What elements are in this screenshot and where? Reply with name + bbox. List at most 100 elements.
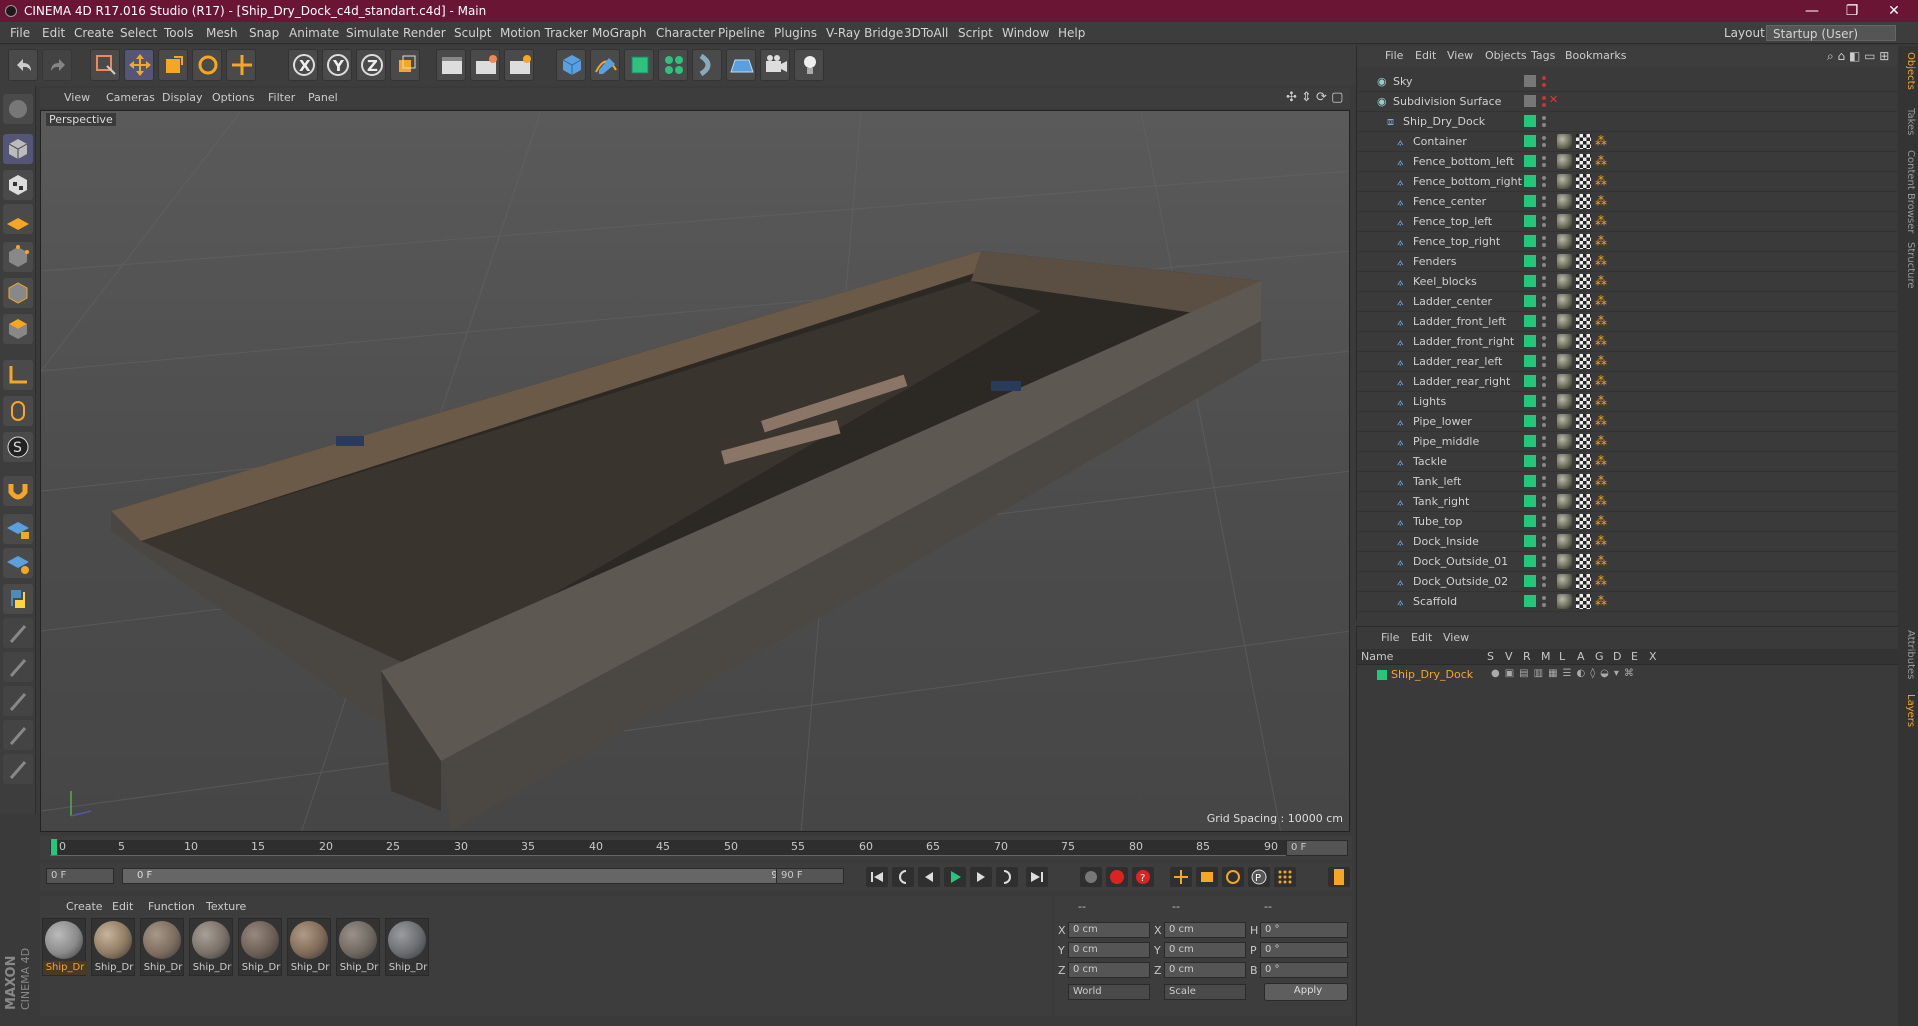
layers-menu-file[interactable]: File [1381,631,1399,644]
python-button[interactable] [3,584,33,614]
material-tag-icon[interactable] [1557,174,1572,189]
menu-window[interactable]: Window [1002,22,1049,44]
editor-visibility-dot[interactable] [1542,136,1546,140]
layer-color-tag[interactable] [1524,495,1536,507]
rotation-p-field[interactable]: 0 ° [1260,942,1348,958]
editor-visibility-dot[interactable] [1542,436,1546,440]
editor-visibility-dot[interactable] [1542,596,1546,600]
object-name[interactable]: Tank_right [1413,495,1469,508]
selection-tag-icon[interactable]: ⁂ [1595,174,1610,189]
current-frame-field[interactable]: 0 F [1286,840,1348,856]
material-tag-icon[interactable] [1557,394,1572,409]
object-name[interactable]: Sky [1393,75,1412,88]
tab-layers[interactable]: Layers [1900,694,1916,727]
sculpt-tool-1-button[interactable] [3,618,33,648]
uvw-tag-icon[interactable] [1576,134,1591,149]
key-scale-button[interactable] [1196,867,1218,887]
selection-tag-icon[interactable]: ⁂ [1595,554,1610,569]
selection-tag-icon[interactable]: ⁂ [1595,294,1610,309]
render-picture-viewer-button[interactable] [470,49,500,81]
render-visibility-dot[interactable] [1542,483,1546,487]
uvw-tag-icon[interactable] [1576,334,1591,349]
object-name[interactable]: Ladder_front_left [1413,315,1506,328]
editor-visibility-dot[interactable] [1542,376,1546,380]
start-frame-field[interactable]: 0 F [46,868,114,884]
size-y-field[interactable]: 0 cm [1164,942,1246,958]
render-visibility-dot[interactable] [1542,403,1546,407]
selection-tag-icon[interactable]: ⁂ [1595,334,1610,349]
tab-takes[interactable]: Takes [1900,108,1916,135]
editor-visibility-dot[interactable] [1542,276,1546,280]
timeline-window-button[interactable] [1328,867,1350,887]
minimize-button[interactable]: — [1792,0,1832,22]
object-row[interactable]: ⟑ Keel_blocks ⁂ [1357,272,1899,292]
layer-color-swatch[interactable] [1377,670,1387,680]
key-pla-button[interactable] [1274,867,1296,887]
selection-tag-icon[interactable]: ⁂ [1595,234,1610,249]
menu-3dtoall[interactable]: 3DToAll [904,22,948,44]
render-visibility-dot[interactable] [1542,583,1546,587]
material-menu-edit[interactable]: Edit [112,900,133,913]
layer-color-tag[interactable] [1524,515,1536,527]
add-subdivision-button[interactable] [624,49,654,81]
render-visibility-dot[interactable] [1542,563,1546,567]
uvw-tag-icon[interactable] [1576,534,1591,549]
uvw-tag-icon[interactable] [1576,354,1591,369]
menu-character[interactable]: Character [656,22,715,44]
restore-button[interactable]: ❐ [1832,0,1872,22]
add-camera-button[interactable] [760,49,790,81]
position-z-field[interactable]: 0 cm [1068,962,1150,978]
layer-color-tag[interactable] [1524,415,1536,427]
selection-tag-icon[interactable]: ⁂ [1595,474,1610,489]
layer-color-tag[interactable] [1524,295,1536,307]
layer-color-tag[interactable] [1524,455,1536,467]
material-tag-icon[interactable] [1557,454,1572,469]
rotation-b-field[interactable]: 0 ° [1260,962,1348,978]
layer-color-tag[interactable] [1524,335,1536,347]
layer-color-tag[interactable] [1524,135,1536,147]
layer-color-tag[interactable] [1524,175,1536,187]
layer-row[interactable]: Ship_Dry_Dock ●▣▤▥▦☰◐◊◒▾⌘ [1357,667,1899,683]
editor-visibility-dot[interactable] [1542,496,1546,500]
edges-mode-button[interactable] [3,278,33,308]
object-row[interactable]: ⟑ Ladder_front_left ⁂ [1357,312,1899,332]
material-tag-icon[interactable] [1557,294,1572,309]
editor-visibility-dot[interactable] [1542,476,1546,480]
editor-visibility-dot[interactable] [1542,456,1546,460]
selection-tag-icon[interactable]: ⁂ [1595,414,1610,429]
object-name[interactable]: Tank_left [1413,475,1461,488]
redo-button[interactable] [42,49,72,81]
object-name[interactable]: Fence_top_right [1413,235,1500,248]
sculpt-tool-2-button[interactable] [3,652,33,682]
menu-render[interactable]: Render [403,22,446,44]
layer-color-tag[interactable] [1524,275,1536,287]
layer-color-tag[interactable] [1524,255,1536,267]
selection-tag-icon[interactable]: ⁂ [1595,494,1610,509]
object-row[interactable]: ⟑ Fenders ⁂ [1357,252,1899,272]
selection-tag-icon[interactable]: ⁂ [1595,394,1610,409]
material-swatch-4[interactable]: Ship_Dr [189,918,233,976]
make-editable-button[interactable] [3,94,33,124]
uvw-tag-icon[interactable] [1576,554,1591,569]
tab-content-browser[interactable]: Content Browser [1900,150,1916,233]
object-row[interactable]: ⟑ Dock_Outside_01 ⁂ [1357,552,1899,572]
layer-color-tag[interactable] [1524,155,1536,167]
material-tag-icon[interactable] [1557,214,1572,229]
editor-visibility-dot[interactable] [1542,116,1546,120]
editor-visibility-dot[interactable] [1542,416,1546,420]
object-row[interactable]: ⟑ Tank_left ⁂ [1357,472,1899,492]
object-name[interactable]: Pipe_middle [1413,435,1479,448]
object-name[interactable]: Ship_Dry_Dock [1403,115,1485,128]
rotate-tool-button[interactable] [192,49,222,81]
material-tag-icon[interactable] [1557,234,1572,249]
objects-menu-bookmarks[interactable]: Bookmarks [1565,46,1626,66]
render-visibility-dot[interactable] [1542,463,1546,467]
transform-tool-button[interactable] [226,49,256,81]
editor-visibility-dot[interactable] [1542,396,1546,400]
object-name[interactable]: Fence_top_left [1413,215,1492,228]
viewport-menu-panel[interactable]: Panel [308,88,338,108]
object-name[interactable]: Container [1413,135,1467,148]
tab-structure[interactable]: Structure [1900,242,1916,289]
menu-motion-tracker[interactable]: Motion Tracker [500,22,588,44]
menu-select[interactable]: Select [120,22,157,44]
